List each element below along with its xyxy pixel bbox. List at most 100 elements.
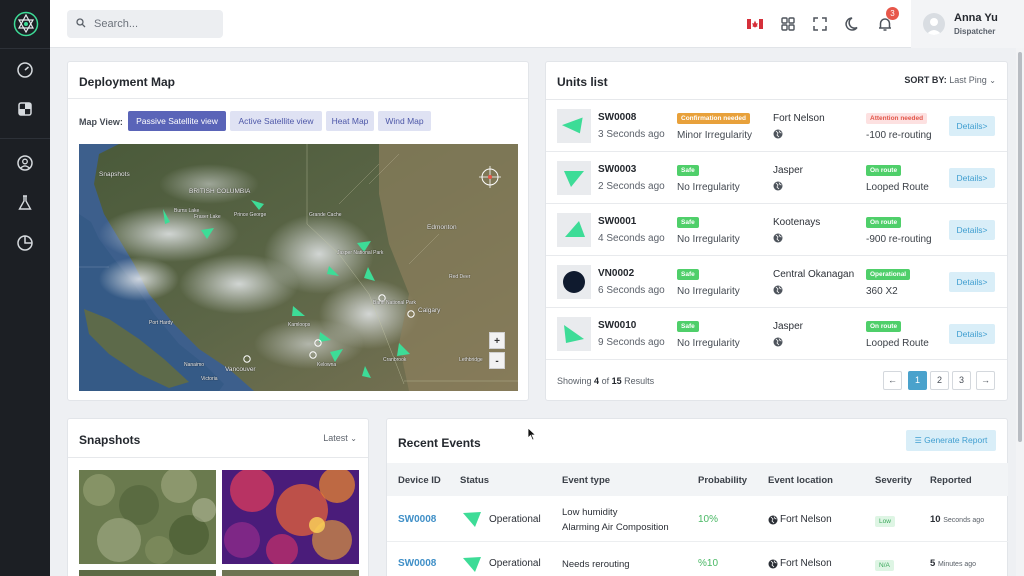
unit-last-ping: 9 Seconds ago [598,337,665,348]
column-header-reported[interactable]: Reported [930,475,972,486]
unit-row[interactable]: VN0002 6 Seconds ago Safe No Irregularit… [546,256,1007,308]
pagination-page-1[interactable]: 1 [908,371,927,390]
reported-number: 5 [930,558,936,569]
user-profile-icon[interactable] [16,154,34,172]
column-header-severity[interactable]: Severity [875,475,912,486]
event-location: Fort Nelson [780,558,832,569]
unit-row[interactable]: SW0003 2 Seconds ago Safe No Irregularit… [546,152,1007,204]
dashboard-gauge-icon[interactable] [16,61,34,79]
user-menu[interactable]: Anna Yu Dispatcher [911,0,1024,48]
generate-report-button[interactable]: ☰ Generate Report [906,430,996,451]
unit-circle-icon [563,271,585,293]
search-input[interactable] [94,14,216,34]
unit-row[interactable]: SW0001 4 Seconds ago Safe No Irregularit… [546,204,1007,256]
unit-route: Looped Route [866,338,929,349]
unit-last-ping: 4 Seconds ago [598,233,665,244]
event-type: Low humidity Alarming Air Composition [562,505,669,535]
sort-by-value: Last Ping [949,75,987,85]
globe-icon [773,233,783,243]
unit-location: Fort Nelson [773,113,825,124]
snapshot-image[interactable] [222,570,359,576]
column-header-event-type[interactable]: Event type [562,475,610,486]
snapshots-card: Snapshots Latest ⌄ [67,418,369,576]
event-type-line: Needs rerouting [562,559,630,570]
column-header-status[interactable]: Status [460,475,489,486]
unit-row[interactable]: SW0008 3 Seconds ago Confirmation needed… [546,100,1007,152]
unit-details-button[interactable]: Details> [949,220,995,240]
pagination-page-2[interactable]: 2 [930,371,949,390]
map-label: Calgary [418,307,441,314]
map-label: BRITISH COLUMBIA [189,188,251,195]
globe-icon [773,285,783,295]
flask-icon[interactable] [16,194,34,212]
deployment-map-card: Deployment Map Map View: Passive Satelli… [67,61,529,401]
snapshots-sort-dropdown[interactable]: Latest ⌄ [323,433,357,443]
map-label: Red Deer [449,274,471,280]
user-name: Anna Yu [954,12,998,24]
table-row[interactable]: SW0008 Operational Needs rerouting %10 F… [387,543,1008,576]
unit-thumbnail [557,161,591,195]
pagination-next-button[interactable]: → [976,371,995,390]
unit-row[interactable]: SW0010 9 Seconds ago Safe No Irregularit… [546,308,1007,360]
dark-mode-moon-icon[interactable] [844,15,862,33]
unit-thumbnail [557,109,591,143]
unit-irregularity: Minor Irregularity [677,130,753,141]
map-label: Cranbrook [383,357,407,363]
search-box[interactable] [67,10,223,38]
cube-icon[interactable] [16,100,34,118]
unit-irregularity: No Irregularity [677,182,740,193]
avatar-person-icon [926,18,942,35]
unit-details-button[interactable]: Details> [949,168,995,188]
column-header-probability[interactable]: Probability [698,475,747,486]
unit-details-button[interactable]: Details> [949,272,995,292]
card-title: Snapshots [79,433,141,447]
snapshot-thermal-image[interactable] [222,470,359,564]
event-status: Operational [489,514,541,525]
map-label: Port Hardy [149,320,173,326]
map-label: Vancouver [225,366,256,373]
event-device-id-link[interactable]: SW0008 [398,558,436,569]
unit-details-button[interactable]: Details> [949,324,995,344]
unit-status-badge: Safe [677,321,699,332]
avatar [923,13,945,35]
snapshot-forest-image[interactable] [79,470,216,564]
map-view-passive-satellite-button[interactable]: Passive Satellite view [128,111,226,131]
map-label: Nanaimo [184,362,205,368]
unit-irregularity: No Irregularity [677,286,740,297]
app-logo-icon[interactable] [13,11,39,37]
map-view-wind-map-button[interactable]: Wind Map [378,111,431,131]
snapshot-image[interactable] [79,570,216,576]
pagination-page-3[interactable]: 3 [952,371,971,390]
units-list-card: Units list SORT BY: Last Ping ⌄ SW0008 3… [545,61,1008,401]
globe-icon [768,559,778,569]
map-view-active-satellite-button[interactable]: Active Satellite view [230,111,322,131]
canada-flag-icon[interactable] [746,15,764,33]
page-scrollbar[interactable] [1016,48,1024,576]
map-zoom-in-button[interactable]: + [489,332,505,349]
map-view-heat-map-button[interactable]: Heat Map [326,111,374,131]
sidebar [0,0,50,576]
pagination-prev-button[interactable]: ← [883,371,902,390]
map-zoom-out-button[interactable]: - [489,352,505,369]
mouse-cursor-icon [527,427,537,441]
pie-chart-icon[interactable] [16,234,34,252]
apps-grid-icon[interactable] [779,15,797,33]
fullscreen-icon[interactable] [811,15,829,33]
unit-irregularity: No Irregularity [677,338,740,349]
event-device-id-link[interactable]: SW0008 [398,514,436,525]
unit-details-button[interactable]: Details> [949,116,995,136]
unit-thumbnail [557,265,591,299]
scrollbar-thumb[interactable] [1018,52,1022,442]
reported-number: 10 [930,514,941,525]
unit-id: SW0010 [598,320,637,331]
column-header-device-id[interactable]: Device ID [398,475,441,486]
results-of: of [601,376,610,386]
results-suffix: Results [624,376,655,386]
table-row[interactable]: SW0008 Operational Low humidity Alarming… [387,497,1008,542]
sort-by-dropdown[interactable]: SORT BY: Last Ping ⌄ [904,75,996,85]
satellite-map[interactable]: BRITISH COLUMBIA Snapshots Burns Lake Fr… [79,144,518,391]
unit-route-badge: On route [866,321,902,332]
column-header-event-location[interactable]: Event location [768,475,833,486]
map-label: Victoria [201,376,218,382]
unit-status-badge: Safe [677,269,699,280]
